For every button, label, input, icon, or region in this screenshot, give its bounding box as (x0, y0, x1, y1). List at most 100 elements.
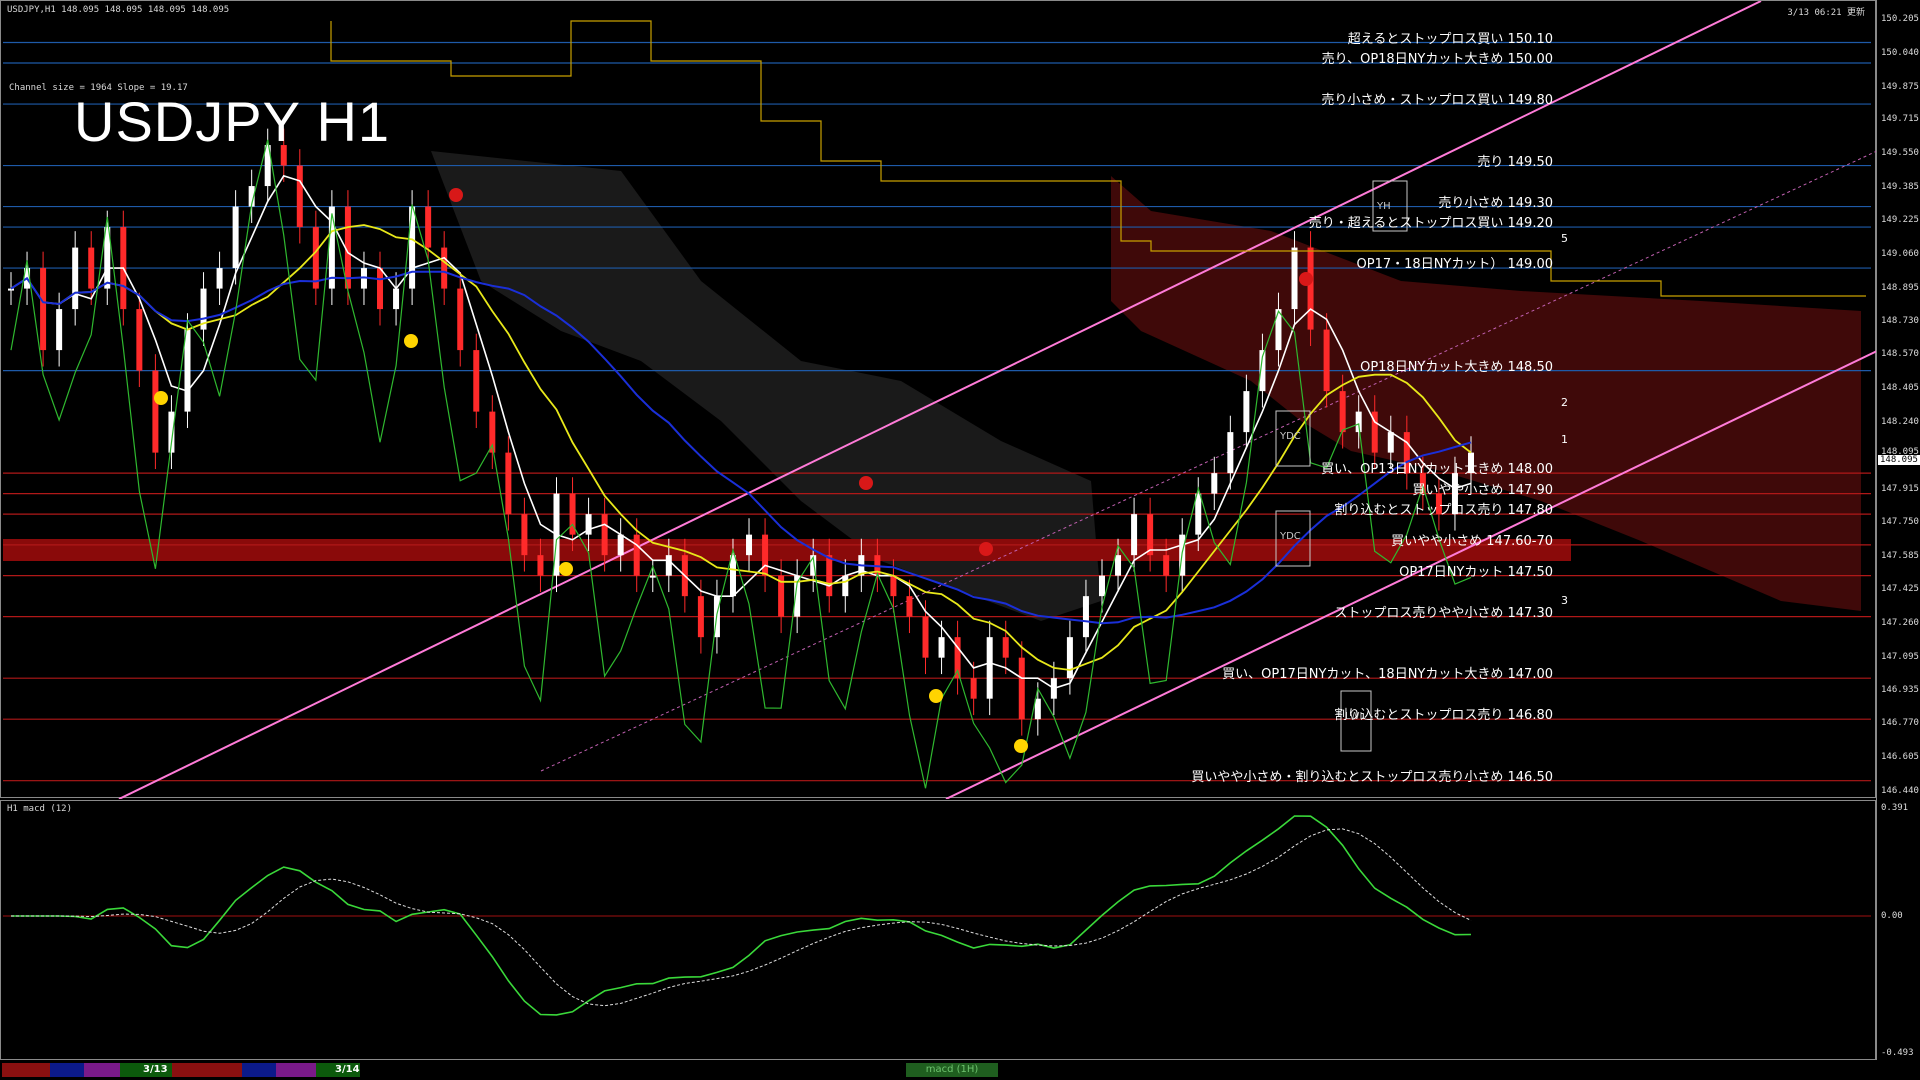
candle-body (1082, 596, 1089, 638)
sell-arrow-marker (859, 476, 873, 490)
candle-body (425, 206, 432, 248)
price-tick: 149.225 (1881, 214, 1919, 225)
macd-tick-bottom: -0.493 (1881, 1048, 1914, 1058)
level-label: 売り、OP18日NYカット大きめ 150.00 (1321, 52, 1553, 68)
session-seg (276, 1063, 316, 1077)
candle-body (312, 227, 319, 289)
level-label: 売り 149.50 (1477, 154, 1553, 170)
level-label: 割り込むとストップロス売り 147.80 (1334, 503, 1553, 519)
candle-body (1066, 637, 1073, 679)
candle-body (136, 309, 143, 371)
candle-body (922, 616, 929, 658)
price-tick: 149.875 (1881, 81, 1919, 92)
macd-line (11, 815, 1472, 1016)
candle-body (1034, 698, 1041, 720)
level-label: 買いやや小さめ 147.90 (1412, 482, 1553, 498)
level-label: 買い、OP17日NYカット、18日NYカット大きめ 147.00 (1222, 667, 1553, 683)
level-label: 売り小さめ 149.30 (1438, 195, 1553, 211)
level-label: 割り込むとストップロス売り 146.80 (1334, 708, 1553, 724)
candle-body (1355, 411, 1362, 433)
level-label: 売り小さめ・ストップロス買い 149.80 (1321, 93, 1553, 109)
buy-arrow-marker (559, 562, 573, 576)
candle-body (970, 678, 977, 699)
price-tick: 146.770 (1881, 718, 1919, 729)
session-seg (84, 1063, 120, 1077)
wave-label: 1 (1561, 433, 1568, 446)
session-seg (172, 1063, 242, 1077)
candle-body (1291, 247, 1298, 310)
level-label: 買いやや小さめ 147.60-70 (1391, 533, 1553, 549)
main-chart-panel[interactable]: 5 1 2 3 YDC YDC LWL YH USDJPY,H1 148.095 148.09… (0, 0, 1877, 799)
candle-body (649, 575, 656, 578)
candle-body (938, 637, 945, 658)
price-tick: 146.605 (1881, 752, 1919, 763)
price-tick: 149.550 (1881, 148, 1919, 159)
candle-body (1018, 657, 1025, 720)
candle-body (56, 309, 63, 351)
symbol-info: USDJPY,H1 148.095 148.095 148.095 148.09… (7, 5, 230, 15)
sell-arrow-marker (1299, 272, 1313, 286)
session-seg (2, 1063, 50, 1077)
price-tick: 147.585 (1881, 551, 1919, 562)
candle-body (441, 247, 448, 289)
candle-body (633, 534, 640, 576)
candle-body (1243, 391, 1250, 433)
candle-body (216, 268, 223, 289)
candle-body (1098, 575, 1105, 597)
wave-label: 5 (1561, 232, 1568, 245)
level-label: 売り・超えるとストップロス買い 149.20 (1308, 216, 1553, 232)
candle-body (1211, 473, 1218, 494)
price-tick: 147.425 (1881, 584, 1919, 595)
price-tick: 150.040 (1881, 47, 1919, 58)
date-label-2: 3/14 (335, 1064, 360, 1075)
candle-body (521, 514, 528, 556)
level-label: OP17日NYカット 147.50 (1399, 564, 1553, 580)
signal-line (11, 828, 1472, 1007)
candle-body (890, 575, 897, 597)
candle-body (762, 534, 769, 576)
candle-body (457, 288, 464, 351)
candle-body (8, 288, 14, 291)
candle-body (1163, 555, 1170, 576)
candle-body (1002, 637, 1009, 658)
candle-body (1323, 329, 1330, 392)
candle-body (409, 206, 416, 289)
level-box-label: YH (1376, 201, 1391, 212)
level-box-label: YDC (1279, 531, 1301, 542)
candle-body (537, 555, 544, 576)
macd-tab[interactable]: macd (1H) (906, 1063, 998, 1077)
update-time: 3/13 06:21 更新 (1787, 8, 1865, 18)
wave-label: 3 (1561, 594, 1568, 607)
price-tick: 147.750 (1881, 517, 1919, 528)
candle-body (906, 596, 913, 617)
candle-body (40, 268, 47, 351)
candle-body (1275, 309, 1282, 351)
macd-panel[interactable]: H1 macd (12) (0, 800, 1876, 1060)
wave-label: 2 (1561, 396, 1568, 409)
buy-arrow-marker (404, 334, 418, 348)
candle-body (697, 596, 704, 638)
candle-body (1147, 514, 1154, 556)
candle-body (393, 288, 400, 310)
candle-body (296, 165, 303, 228)
red-zone-band (3, 539, 1571, 561)
candle-body (232, 206, 239, 269)
macd-tick-zero: 0.00 (1881, 911, 1903, 921)
sell-arrow-marker (979, 542, 993, 556)
candle-body (986, 637, 993, 699)
candle-body (617, 534, 624, 556)
price-tick: 148.240 (1881, 416, 1919, 427)
sell-arrow-marker (449, 188, 463, 202)
candle-body (1131, 514, 1138, 556)
candle-body (88, 247, 95, 289)
macd-label: H1 macd (12) (7, 804, 73, 814)
candle-body (505, 452, 512, 515)
date-label-1: 3/13 (143, 1064, 168, 1075)
price-tick: 149.060 (1881, 248, 1919, 259)
price-axis: 150.205 150.040 149.875 149.715 149.550 149.3… (1876, 0, 1920, 1060)
level-box-label: YDC (1279, 431, 1301, 442)
session-seg (242, 1063, 276, 1077)
level-label: ストップロス売りやや小さめ 147.30 (1334, 605, 1553, 621)
price-tick: 149.385 (1881, 182, 1919, 193)
candle-body (1195, 493, 1202, 535)
